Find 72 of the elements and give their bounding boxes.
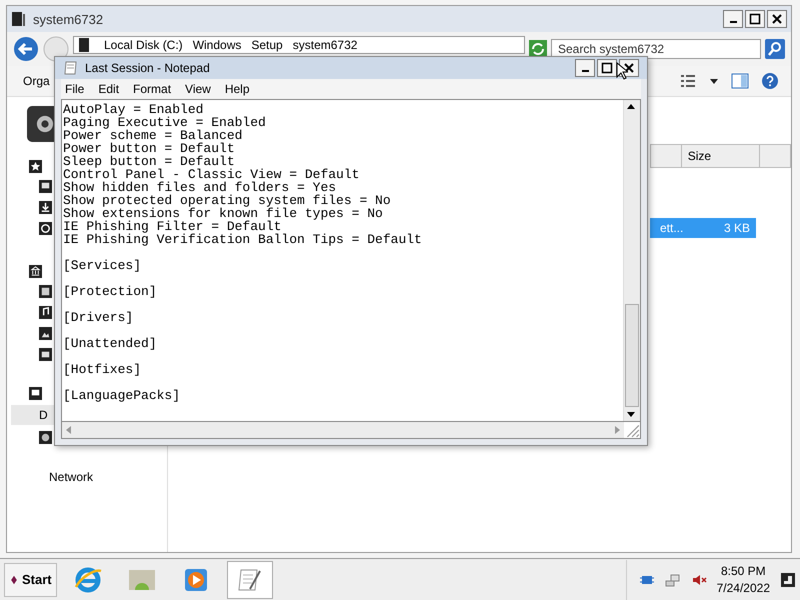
taskbar-notepad-icon[interactable] bbox=[226, 560, 273, 598]
text-line: AutoPlay = Enabled bbox=[63, 103, 204, 116]
videos-icon[interactable] bbox=[39, 348, 52, 361]
menu-item[interactable]: File bbox=[65, 82, 84, 96]
close-icon bbox=[623, 62, 635, 74]
sidebar-item[interactable]: D bbox=[11, 405, 54, 425]
sidebar-item[interactable]: Network bbox=[23, 467, 113, 487]
disc-drive-icon[interactable] bbox=[39, 431, 52, 444]
breadcrumb-item[interactable]: Local Disk (C:) bbox=[104, 38, 183, 52]
section-header: [Services] bbox=[63, 259, 142, 272]
section-header: [Protection] bbox=[63, 285, 158, 298]
maximize-icon bbox=[749, 13, 761, 25]
folder-icon bbox=[11, 11, 27, 27]
close-button[interactable] bbox=[767, 10, 787, 28]
preview-pane-icon[interactable] bbox=[731, 72, 749, 90]
window-title: system6732 bbox=[33, 12, 104, 26]
clock[interactable]: 8:50 PM 7/24/2022 bbox=[716, 562, 770, 596]
section-header: [LanguagePacks] bbox=[63, 389, 182, 402]
minimize-button[interactable] bbox=[575, 59, 595, 77]
documents-icon[interactable] bbox=[39, 285, 52, 298]
search-field[interactable]: Search system6732 bbox=[551, 39, 761, 59]
text-line: Control Panel - Classic View = Default bbox=[63, 168, 360, 181]
window-title: Last Session - Notepad bbox=[85, 61, 210, 75]
text-line: Show protected operating system files = No bbox=[63, 194, 392, 207]
section-header: [Unattended] bbox=[63, 337, 158, 350]
minimize-button[interactable] bbox=[723, 10, 743, 28]
breadcrumb-item[interactable]: Windows bbox=[192, 38, 242, 52]
menu-item[interactable]: Edit bbox=[98, 82, 120, 96]
text-line: IE Phishing Filter = Default bbox=[63, 220, 282, 233]
text-line: Paging Executive = Enabled bbox=[63, 116, 267, 129]
search-icon[interactable] bbox=[765, 39, 785, 59]
star-icon[interactable] bbox=[29, 160, 42, 173]
maximize-button[interactable] bbox=[745, 10, 765, 28]
maximize-icon bbox=[601, 62, 613, 74]
menu-item[interactable]: Format bbox=[133, 82, 172, 96]
library-icon[interactable] bbox=[29, 265, 42, 278]
minimize-icon bbox=[730, 21, 736, 23]
network-icon[interactable] bbox=[664, 572, 681, 588]
breadcrumb-item[interactable]: system6732 bbox=[292, 38, 358, 52]
computer-icon[interactable] bbox=[29, 387, 42, 400]
maximize-button[interactable] bbox=[597, 59, 617, 77]
address-bar[interactable]: Local Disk (C:) Windows Setup system6732 bbox=[73, 36, 525, 54]
help-icon[interactable] bbox=[761, 72, 779, 90]
show-desktop-icon[interactable] bbox=[780, 572, 796, 588]
resize-grip-icon[interactable] bbox=[624, 422, 640, 438]
dropdown-arrow-icon[interactable] bbox=[709, 76, 719, 86]
text-line: Sleep button = Default bbox=[63, 155, 235, 168]
text-line: Power button = Default bbox=[63, 142, 236, 155]
pictures-icon[interactable] bbox=[39, 327, 52, 340]
forward-button[interactable] bbox=[43, 36, 69, 62]
text-line: IE Phishing Verification Ballon Tips = Default bbox=[63, 233, 423, 246]
text-line: Show hidden files and folders = Yes bbox=[63, 181, 336, 194]
recent-places-icon[interactable] bbox=[39, 222, 52, 235]
menu-item[interactable]: Help bbox=[224, 82, 250, 96]
section-header: [Hotfixes] bbox=[63, 363, 142, 376]
notepad-icon bbox=[63, 60, 79, 76]
section-header: [Drivers] bbox=[63, 311, 134, 324]
menu-item[interactable]: View bbox=[185, 82, 211, 96]
start-button[interactable]: Start bbox=[4, 562, 57, 596]
breadcrumb-item[interactable]: Setup bbox=[251, 38, 283, 52]
back-button[interactable] bbox=[13, 36, 39, 62]
column-header[interactable]: Size bbox=[680, 144, 760, 168]
view-options-icon[interactable] bbox=[679, 72, 697, 90]
minimize-icon bbox=[582, 70, 588, 72]
download-icon[interactable] bbox=[39, 201, 52, 214]
start-logo-icon bbox=[9, 574, 19, 584]
vertical-scrollbar[interactable] bbox=[623, 100, 640, 421]
text-line: Power scheme = Balanced bbox=[63, 129, 244, 142]
text-line: Show extensions for known file types = No bbox=[63, 207, 384, 220]
close-icon bbox=[771, 13, 783, 25]
desktop-icon[interactable] bbox=[39, 180, 52, 193]
organize-menu[interactable]: Orga bbox=[23, 74, 50, 88]
